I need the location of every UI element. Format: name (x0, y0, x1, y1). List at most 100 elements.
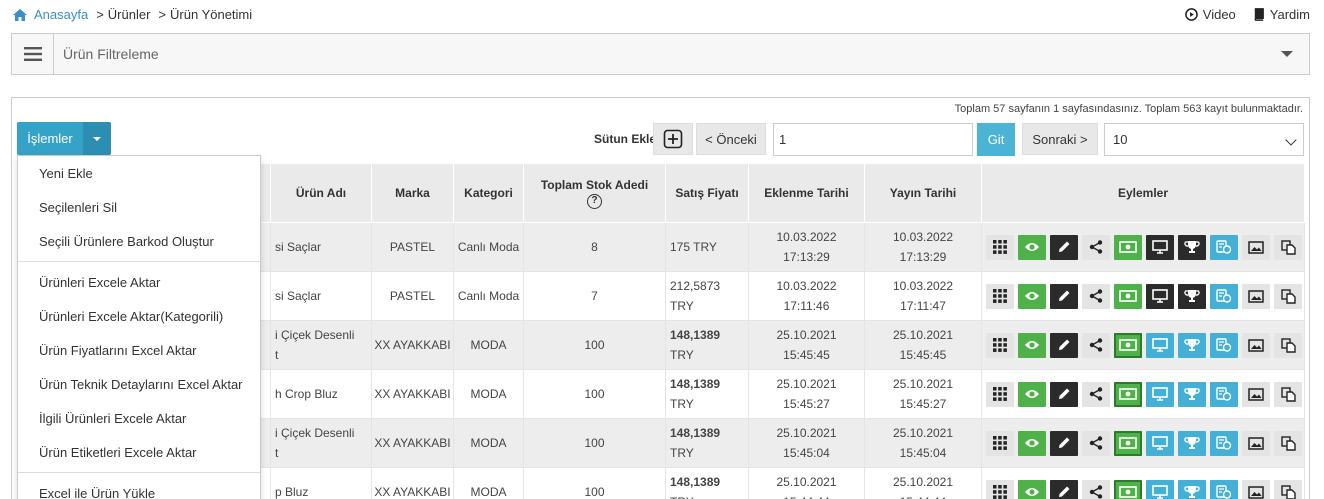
monitor-icon[interactable] (1146, 479, 1174, 499)
pencil-icon[interactable] (1050, 381, 1078, 407)
menu-item-export-labels[interactable]: Ürün Etiketleri Excele Aktar (18, 435, 260, 469)
share-icon[interactable] (1082, 381, 1110, 407)
product-name[interactable]: h Crop Bluz (275, 387, 338, 401)
share-icon[interactable] (1082, 283, 1110, 309)
monitor-icon[interactable] (1146, 283, 1174, 309)
money-icon[interactable] (1114, 332, 1142, 358)
column-header-stock[interactable]: Toplam Stok Adedi ? (523, 163, 666, 223)
money-icon[interactable] (1114, 234, 1142, 260)
coins-icon[interactable] (1210, 479, 1238, 499)
copy-icon[interactable] (1274, 430, 1302, 456)
eye-icon[interactable] (1018, 234, 1046, 260)
menu-item-export-excel[interactable]: Ürünleri Excele Aktar (18, 265, 260, 299)
share-icon[interactable] (1082, 234, 1110, 260)
column-header-published[interactable]: Yayın Tarihi (864, 163, 982, 223)
monitor-icon[interactable] (1146, 332, 1174, 358)
coins-icon[interactable] (1210, 234, 1238, 260)
breadcrumb-home[interactable]: Anasayfa (34, 7, 88, 22)
product-filter-bar[interactable]: Ürün Filtreleme (11, 33, 1310, 75)
coins-icon[interactable] (1210, 430, 1238, 456)
image-icon[interactable] (1242, 332, 1270, 358)
page-number-input[interactable] (773, 123, 973, 156)
go-button[interactable]: Git (977, 123, 1015, 156)
column-header-category[interactable]: Kategori (453, 163, 524, 223)
trophy-icon[interactable] (1178, 332, 1206, 358)
next-page-button[interactable]: Sonraki > (1022, 123, 1098, 155)
eye-icon[interactable] (1018, 479, 1046, 499)
menu-item-export-prices[interactable]: Ürün Fiyatlarını Excel Aktar (18, 333, 260, 367)
list-grid-icon[interactable] (986, 479, 1014, 499)
menu-item-export-excel-categorized[interactable]: Ürünleri Excele Aktar(Kategorili) (18, 299, 260, 333)
product-name-cont[interactable]: t (275, 446, 278, 460)
coins-icon[interactable] (1210, 332, 1238, 358)
list-grid-icon[interactable] (986, 234, 1014, 260)
video-link[interactable]: Video (1184, 7, 1236, 22)
copy-icon[interactable] (1274, 234, 1302, 260)
menu-item-new[interactable]: Yeni Ekle (18, 156, 260, 190)
menu-item-import-excel[interactable]: Excel ile Ürün Yükle (18, 476, 260, 499)
product-name[interactable]: p Bluz (275, 485, 308, 499)
trophy-icon[interactable] (1178, 283, 1206, 309)
pencil-icon[interactable] (1050, 332, 1078, 358)
money-icon[interactable] (1114, 283, 1142, 309)
product-name[interactable]: i Çiçek Desenli (275, 328, 354, 342)
eye-icon[interactable] (1018, 430, 1046, 456)
share-icon[interactable] (1082, 430, 1110, 456)
product-name[interactable]: i Çiçek Desenli (275, 426, 354, 440)
trophy-icon[interactable] (1178, 479, 1206, 499)
copy-icon[interactable] (1274, 283, 1302, 309)
coins-icon[interactable] (1210, 283, 1238, 309)
pencil-icon[interactable] (1050, 430, 1078, 456)
column-header-price[interactable]: Satış Fiyatı (665, 163, 749, 223)
list-grid-icon[interactable] (986, 332, 1014, 358)
hamburger-icon[interactable] (12, 34, 54, 74)
trophy-icon[interactable] (1178, 430, 1206, 456)
image-icon[interactable] (1242, 479, 1270, 499)
list-grid-icon[interactable] (986, 381, 1014, 407)
trophy-icon[interactable] (1178, 381, 1206, 407)
eye-icon[interactable] (1018, 283, 1046, 309)
add-column-button[interactable] (653, 123, 693, 155)
copy-icon[interactable] (1274, 381, 1302, 407)
menu-item-export-tech-details[interactable]: Ürün Teknik Detaylarını Excel Aktar (18, 367, 260, 401)
copy-icon[interactable] (1274, 479, 1302, 499)
money-icon[interactable] (1114, 479, 1142, 499)
menu-item-export-related[interactable]: İlgili Ürünleri Excele Aktar (18, 401, 260, 435)
list-grid-icon[interactable] (986, 430, 1014, 456)
pencil-icon[interactable] (1050, 479, 1078, 499)
per-page-select[interactable]: 10 (1104, 123, 1304, 156)
product-name-cont[interactable]: t (275, 348, 278, 362)
monitor-icon[interactable] (1146, 430, 1174, 456)
trophy-icon[interactable] (1178, 234, 1206, 260)
menu-item-delete-selected[interactable]: Seçilenleri Sil (18, 190, 260, 224)
column-header-added[interactable]: Eklenme Tarihi (748, 163, 865, 223)
eye-icon[interactable] (1018, 381, 1046, 407)
coins-icon[interactable] (1210, 381, 1238, 407)
home-icon[interactable] (12, 8, 28, 22)
column-header-brand[interactable]: Marka (371, 163, 454, 223)
caret-down-icon[interactable] (1281, 51, 1293, 57)
image-icon[interactable] (1242, 283, 1270, 309)
list-grid-icon[interactable] (986, 283, 1014, 309)
monitor-icon[interactable] (1146, 381, 1174, 407)
image-icon[interactable] (1242, 234, 1270, 260)
product-name[interactable]: si Saçlar (275, 240, 321, 254)
help-link[interactable]: Yardim (1252, 7, 1310, 22)
pencil-icon[interactable] (1050, 234, 1078, 260)
money-icon[interactable] (1114, 430, 1142, 456)
copy-icon[interactable] (1274, 332, 1302, 358)
question-circle-icon[interactable]: ? (587, 193, 602, 209)
image-icon[interactable] (1242, 430, 1270, 456)
monitor-icon[interactable] (1146, 234, 1174, 260)
previous-page-button[interactable]: < Önceki (696, 123, 766, 155)
share-icon[interactable] (1082, 479, 1110, 499)
share-icon[interactable] (1082, 332, 1110, 358)
column-header-name[interactable]: Ürün Adı (270, 163, 372, 223)
product-name[interactable]: si Saçlar (275, 289, 321, 303)
menu-item-create-barcode[interactable]: Seçili Ürünlere Barkod Oluştur (18, 224, 260, 258)
money-icon[interactable] (1114, 381, 1142, 407)
image-icon[interactable] (1242, 381, 1270, 407)
eye-icon[interactable] (1018, 332, 1046, 358)
breadcrumb-products[interactable]: Ürünler (108, 7, 151, 22)
pencil-icon[interactable] (1050, 283, 1078, 309)
